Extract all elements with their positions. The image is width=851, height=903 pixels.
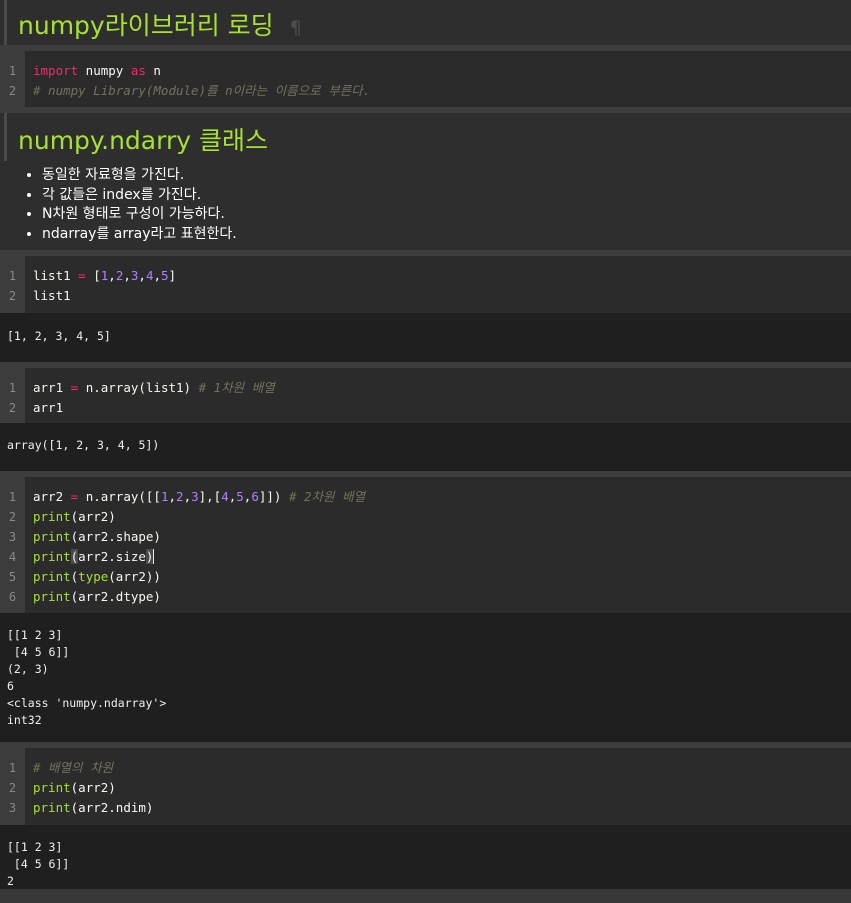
code-cell-ndim[interactable]: 123 # 배열의 차원 print(arr2) print(arr2.ndim… [0,748,851,889]
cell-output: [1, 2, 3, 4, 5] [0,313,851,362]
line-numbers: 12 [0,51,25,107]
code-line: print(arr2.ndim) [33,800,154,815]
cell-output: [[1 2 3] [4 5 6]] (2, 3) 6 <class 'numpy… [0,613,851,742]
line-numbers: 12 [0,368,25,423]
code-line: print(arr2) [33,509,116,524]
markdown-heading-ndarray: numpy.ndarry 클래스 [0,113,851,161]
code-editor[interactable]: import numpy as n # numpy Library(Module… [25,51,370,107]
code-line: arr2 = n.array([[1,2,3],[4,5,6]]) # 2차원 … [33,489,366,504]
section-title: numpy.ndarry 클래스 [18,126,268,155]
text-cursor [153,549,155,564]
code-editor[interactable]: # 배열의 차원 print(arr2) print(arr2.ndim) [25,748,153,825]
cell-selection-bar [4,0,7,45]
list-item: ndarray를 array라고 표현한다. [42,225,851,245]
code-editor[interactable]: arr1 = n.array(list1) # 1차원 배열 arr1 [25,368,275,423]
code-line: list1 [33,288,71,303]
cell-output: array([1, 2, 3, 4, 5]) [0,423,851,471]
line-numbers: 12 [0,256,25,313]
list-item: 각 값들은 index를 가진다. [42,186,851,206]
markdown-heading-numpy-loading: numpy라이브러리 로딩 ¶ [0,0,851,45]
code-line: list1 = [1,2,3,4,5] [33,268,177,283]
code-cell-import[interactable]: 12 import numpy as n # numpy Library(Mod… [0,51,851,107]
code-line: arr1 [33,400,64,415]
code-cell-list1[interactable]: 12 list1 = [1,2,3,4,5] list1 [1, 2, 3, 4… [0,256,851,362]
code-line-active: print(arr2.size) [33,549,155,564]
cell-selection-bar [4,113,7,161]
code-cell-arr1[interactable]: 12 arr1 = n.array(list1) # 1차원 배열 arr1 a… [0,368,851,471]
code-editor[interactable]: list1 = [1,2,3,4,5] list1 [25,256,176,313]
code-line: print(arr2.dtype) [33,589,161,604]
code-line: arr1 = n.array(list1) # 1차원 배열 [33,380,275,395]
code-editor[interactable]: arr2 = n.array([[1,2,3],[4,5,6]]) # 2차원 … [25,477,365,613]
cell-output: [[1 2 3] [4 5 6]] 2 [0,825,851,889]
list-item: 동일한 자료형을 가진다. [42,166,851,186]
line-numbers: 123 [0,748,25,825]
anchor-link[interactable]: ¶ [290,17,302,39]
code-line: print(arr2) [33,780,116,795]
line-numbers: 123456 [0,477,25,613]
page-title: numpy라이브러리 로딩 [18,11,274,40]
code-line: print(arr2.shape) [33,529,161,544]
code-line: import numpy as n [33,63,161,78]
code-comment: # 배열의 차원 [33,760,114,775]
list-item: N차원 형태로 구성이 가능하다. [42,205,851,225]
code-comment: # numpy Library(Module)를 n이라는 이름으로 부른다. [33,83,371,98]
code-line: print(type(arr2)) [33,569,161,584]
markdown-bullet-list: 동일한 자료형을 가진다. 각 값들은 index를 가진다. N차원 형태로 … [0,161,851,250]
code-cell-arr2[interactable]: 123456 arr2 = n.array([[1,2,3],[4,5,6]])… [0,477,851,742]
